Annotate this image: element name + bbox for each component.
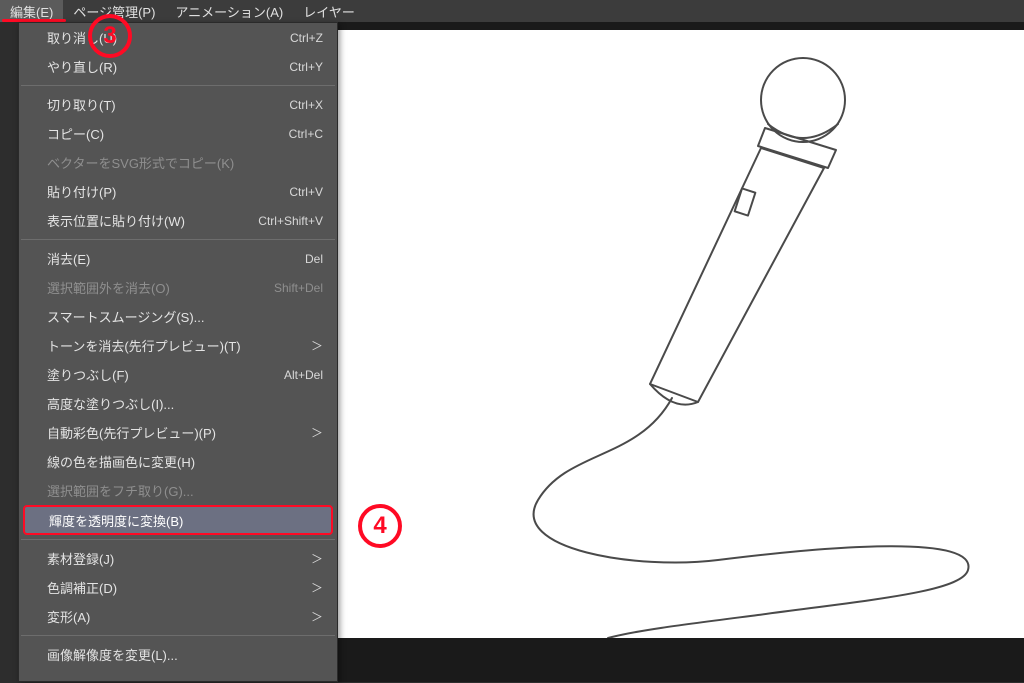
menu-item-label: 高度な塗りつぶし(I)... xyxy=(47,394,323,413)
edit-menu-dropdown: 取り消し(U)Ctrl+Zやり直し(R)Ctrl+Y切り取り(T)Ctrl+Xコ… xyxy=(18,22,338,682)
menu-item-shortcut: Ctrl+Y xyxy=(289,60,323,74)
menu-item-shortcut: Ctrl+V xyxy=(289,185,323,199)
menu-separator xyxy=(21,539,335,540)
menu-item-shortcut: Alt+Del xyxy=(284,368,323,382)
menu-item-label: コピー(C) xyxy=(47,124,289,143)
menu-item[interactable]: 輝度を透明度に変換(B) xyxy=(23,505,333,535)
menu-item-label: やり直し(R) xyxy=(47,57,289,76)
menu-item[interactable]: やり直し(R)Ctrl+Y xyxy=(19,52,337,81)
menu-item[interactable]: 色調補正(D)＞ xyxy=(19,573,337,602)
menubar: 編集(E) ページ管理(P) アニメーション(A) レイヤー xyxy=(0,0,1024,22)
menu-item[interactable]: 変形(A)＞ xyxy=(19,602,337,631)
callout-label: 4 xyxy=(373,512,386,540)
menu-item[interactable]: 高度な塗りつぶし(I)... xyxy=(19,389,337,418)
menu-item-label: 選択範囲外を消去(O) xyxy=(47,278,274,297)
canvas[interactable] xyxy=(338,30,1024,638)
menu-item[interactable]: 貼り付け(P)Ctrl+V xyxy=(19,177,337,206)
menu-item[interactable]: 画像解像度を変更(L)... xyxy=(19,640,337,669)
menu-item[interactable]: 取り消し(U)Ctrl+Z xyxy=(19,23,337,52)
menu-item-label: 選択範囲をフチ取り(G)... xyxy=(47,481,323,500)
menu-item-shortcut: Ctrl+X xyxy=(289,98,323,112)
menu-item: 選択範囲をフチ取り(G)... xyxy=(19,476,337,505)
menubar-item-label: レイヤー xyxy=(303,2,355,21)
menu-item-label: 表示位置に貼り付け(W) xyxy=(47,211,258,230)
menu-item-shortcut: Ctrl+Z xyxy=(290,31,323,45)
menu-item-label: 色調補正(D) xyxy=(47,578,311,597)
menu-item[interactable]: 消去(E)Del xyxy=(19,244,337,273)
callout-badge-4: 4 xyxy=(358,504,402,548)
menu-item-shortcut: Shift+Del xyxy=(274,281,323,295)
canvas-letterbox-bottom xyxy=(338,638,1024,682)
microphone-lineart xyxy=(338,30,1024,638)
menu-item-label: 貼り付け(P) xyxy=(47,182,289,201)
menu-item-label: 塗りつぶし(F) xyxy=(47,365,284,384)
menu-item[interactable]: 素材登録(J)＞ xyxy=(19,544,337,573)
menu-item[interactable]: 自動彩色(先行プレビュー)(P)＞ xyxy=(19,418,337,447)
menu-item[interactable]: スマートスムージング(S)... xyxy=(19,302,337,331)
menu-item[interactable]: 表示位置に貼り付け(W)Ctrl+Shift+V xyxy=(19,206,337,235)
menubar-item-animation[interactable]: アニメーション(A) xyxy=(165,0,293,22)
menu-item-label: 画像解像度を変更(L)... xyxy=(47,645,323,664)
chevron-right-icon: ＞ xyxy=(311,424,323,441)
menu-item[interactable]: 切り取り(T)Ctrl+X xyxy=(19,90,337,119)
menu-item[interactable]: コピー(C)Ctrl+C xyxy=(19,119,337,148)
menu-item-label: スマートスムージング(S)... xyxy=(47,307,323,326)
menu-item-shortcut: Ctrl+Shift+V xyxy=(258,214,323,228)
chevron-right-icon: ＞ xyxy=(311,550,323,567)
menu-item-shortcut: Del xyxy=(305,252,323,266)
menu-item-label: 素材登録(J) xyxy=(47,549,311,568)
menu-separator xyxy=(21,85,335,86)
menu-separator xyxy=(21,239,335,240)
chevron-right-icon: ＞ xyxy=(311,579,323,596)
chevron-right-icon: ＞ xyxy=(311,337,323,354)
menu-item-label: 切り取り(T) xyxy=(47,95,289,114)
menu-item-shortcut: Ctrl+C xyxy=(289,127,323,141)
callout-label: 3 xyxy=(103,22,116,50)
menu-item[interactable]: トーンを消去(先行プレビュー)(T)＞ xyxy=(19,331,337,360)
menu-item: 選択範囲外を消去(O)Shift+Del xyxy=(19,273,337,302)
menu-item-label: 取り消し(U) xyxy=(47,28,290,47)
menu-item-label: 自動彩色(先行プレビュー)(P) xyxy=(47,423,311,442)
chevron-right-icon: ＞ xyxy=(311,608,323,625)
menu-item-label: 線の色を描画色に変更(H) xyxy=(47,452,323,471)
menu-item-label: 消去(E) xyxy=(47,249,305,268)
menu-item-label: ベクターをSVG形式でコピー(K) xyxy=(47,153,323,172)
menu-separator xyxy=(21,635,335,636)
canvas-letterbox-top xyxy=(338,22,1024,30)
menubar-item-label: アニメーション(A) xyxy=(175,2,283,21)
menu-item[interactable]: 線の色を描画色に変更(H) xyxy=(19,447,337,476)
menu-item-label: 変形(A) xyxy=(47,607,311,626)
menu-item: ベクターをSVG形式でコピー(K) xyxy=(19,148,337,177)
callout-badge-3: 3 xyxy=(88,14,132,58)
menu-item-label: トーンを消去(先行プレビュー)(T) xyxy=(47,336,311,355)
menu-item[interactable]: 塗りつぶし(F)Alt+Del xyxy=(19,360,337,389)
menubar-item-layer[interactable]: レイヤー xyxy=(293,0,365,22)
menubar-item-label: 編集(E) xyxy=(10,2,53,21)
menu-item-label: 輝度を透明度に変換(B) xyxy=(49,511,319,530)
